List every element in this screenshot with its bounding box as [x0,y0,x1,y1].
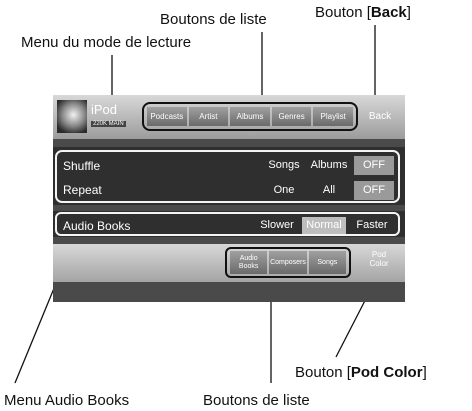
bottom-bar: Audio Books Composers Songs Pod Color [53,244,405,282]
annotation-back-bold: Back [370,4,407,21]
shuffle-label: Shuffle [63,159,101,173]
annotation-pod-color: Bouton [Pod Color] [295,365,427,380]
annotation-playback-mode-menu: Menu du mode de lecture [21,34,192,51]
list-button-audio-books[interactable]: Audio Books [230,251,268,274]
list-button-genres[interactable]: Genres [271,107,312,126]
shuffle-off-button[interactable]: OFF [354,156,394,175]
list-button-podcasts[interactable]: Podcasts [147,107,187,126]
annotation-pod-suffix: ] [422,364,427,381]
list-button-composers[interactable]: Composers [269,251,307,274]
annotation-bottom-list-buttons: Boutons de liste [203,392,310,409]
list-button-albums[interactable]: Albums [230,107,270,126]
ipod-screen: iPod 220K MAIN Podcasts Artist Albums Ge… [53,95,405,302]
audio-books-faster-button[interactable]: Faster [350,217,394,234]
audio-books-slower-button[interactable]: Slower [255,217,299,234]
annotation-back-prefix: Bouton [ [315,4,371,21]
list-button-artist[interactable]: Artist [188,107,229,126]
back-button[interactable]: Back [360,105,400,129]
ipod-subtitle: 220K MAIN [91,121,126,127]
ipod-thumbnail-icon [57,100,87,133]
playback-mode-panel: Shuffle Songs Albums OFF Repeat One All … [53,147,405,205]
audio-books-menu: Audio Books Slower Normal Faster [55,212,400,236]
repeat-off-button[interactable]: OFF [354,181,394,200]
annotation-audio-books-menu: Menu Audio Books [4,392,130,409]
annotation-pod-bold: Pod Color [350,364,423,381]
repeat-all-button[interactable]: All [307,181,351,200]
annotation-top-list-buttons: Boutons de liste [160,11,267,28]
audio-books-normal-button[interactable]: Normal [302,217,346,234]
pod-color-button[interactable]: Pod Color [357,250,401,276]
audio-books-label: Audio Books [63,219,131,233]
top-list-buttons: Podcasts Artist Albums Genres Playlist [142,102,358,131]
repeat-one-button[interactable]: One [262,181,306,200]
annotation-back-button: Bouton [Back] [315,5,411,20]
ipod-title: iPod [91,102,118,117]
shuffle-albums-button[interactable]: Albums [307,156,351,175]
audio-books-panel: Audio Books Slower Normal Faster [53,211,405,237]
repeat-label: Repeat [63,183,102,197]
list-button-playlist[interactable]: Playlist [313,107,353,126]
shuffle-songs-button[interactable]: Songs [262,156,306,175]
list-button-songs[interactable]: Songs [308,251,346,274]
bottom-list-buttons: Audio Books Composers Songs [225,247,351,278]
annotation-pod-prefix: Bouton [ [295,364,351,381]
annotation-back-suffix: ] [406,4,411,21]
playback-mode-menu: Shuffle Songs Albums OFF Repeat One All … [55,150,400,203]
header-bar: iPod 220K MAIN Podcasts Artist Albums Ge… [53,95,405,139]
